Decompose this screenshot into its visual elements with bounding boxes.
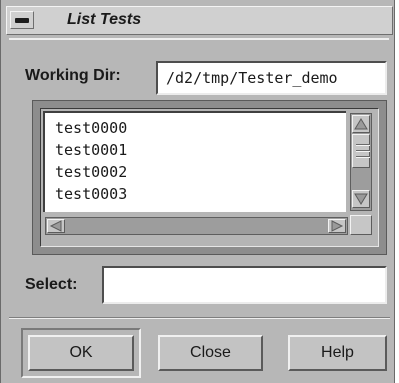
right-arrow-icon (331, 220, 344, 232)
window-title: List Tests (67, 11, 142, 28)
vertical-scrollbar[interactable] (350, 113, 372, 211)
working-dir-value: /d2/tmp/Tester_demo (166, 69, 338, 87)
horizontal-scrollbar[interactable] (45, 217, 348, 235)
list-item[interactable]: test0000 (55, 119, 127, 137)
left-arrow-icon (49, 220, 62, 232)
button-divider (9, 317, 390, 319)
list-tests-dialog: List Tests Working Dir: /d2/tmp/Tester_d… (0, 0, 395, 383)
title-divider (9, 38, 389, 40)
vertical-scroll-thumb[interactable] (352, 134, 370, 168)
down-arrow-icon (354, 193, 368, 205)
select-label: Select: (25, 276, 78, 293)
scrollbar-corner (350, 215, 372, 235)
ok-button[interactable]: OK (28, 335, 134, 371)
test-list-frame: test0000 test0001 test0002 test0003 (32, 100, 387, 255)
working-dir-field[interactable]: /d2/tmp/Tester_demo (156, 61, 387, 95)
list-item[interactable]: test0003 (55, 185, 127, 203)
scroll-left-button[interactable] (47, 219, 65, 233)
test-list-panel: test0000 test0001 test0002 test0003 (40, 108, 379, 247)
close-button[interactable]: Close (158, 335, 263, 371)
scroll-down-button[interactable] (352, 190, 370, 208)
window-menu-button[interactable] (10, 11, 34, 29)
window-menu-icon (15, 18, 29, 23)
list-item[interactable]: test0001 (55, 141, 127, 159)
help-button[interactable]: Help (288, 335, 387, 371)
list-item[interactable]: test0002 (55, 163, 127, 181)
scroll-right-button[interactable] (328, 219, 346, 233)
scroll-up-button[interactable] (352, 115, 370, 133)
select-field[interactable] (102, 266, 387, 304)
test-list[interactable]: test0000 test0001 test0002 test0003 (43, 111, 346, 212)
title-bar[interactable]: List Tests (6, 6, 393, 35)
working-dir-label: Working Dir: (25, 67, 121, 84)
up-arrow-icon (354, 118, 368, 130)
